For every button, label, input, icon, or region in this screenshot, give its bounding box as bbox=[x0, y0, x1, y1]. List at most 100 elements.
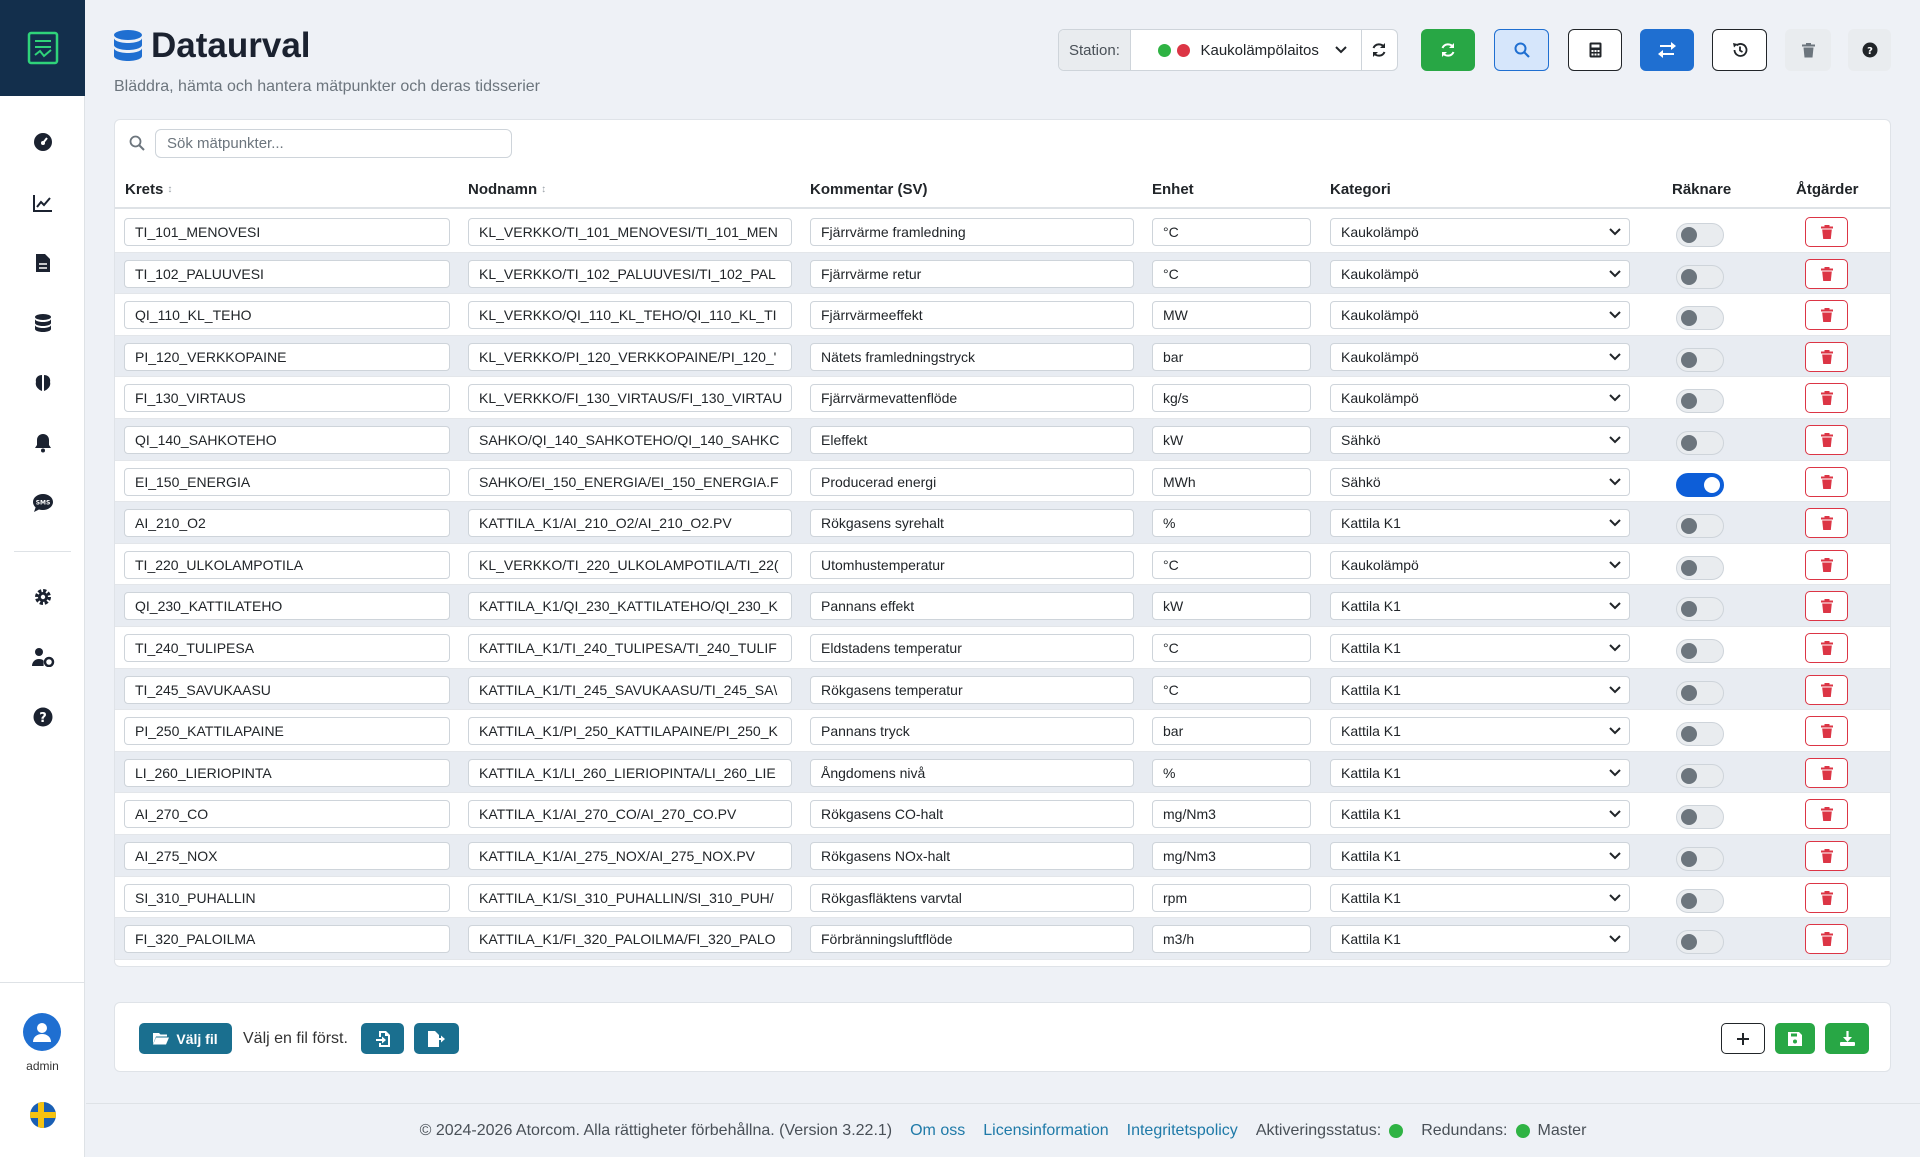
enhet-input[interactable]: % bbox=[1152, 509, 1311, 538]
kategori-select[interactable]: Kattila K1 bbox=[1330, 633, 1630, 662]
import-button[interactable] bbox=[361, 1023, 404, 1054]
nav-users[interactable] bbox=[0, 637, 85, 677]
nav-analysis[interactable] bbox=[0, 363, 85, 403]
nodnamn-input[interactable]: SAHKO/QI_140_SAHKOTEHO/QI_140_SAHKC bbox=[468, 425, 792, 454]
kategori-select[interactable]: Kattila K1 bbox=[1330, 883, 1630, 912]
raknare-toggle[interactable] bbox=[1676, 306, 1724, 331]
nodnamn-input[interactable]: SAHKO/EI_150_ENERGIA/EI_150_ENERGIA.F bbox=[468, 467, 792, 496]
raknare-toggle[interactable] bbox=[1676, 722, 1724, 747]
enhet-input[interactable]: bar bbox=[1152, 342, 1311, 371]
raknare-toggle[interactable] bbox=[1676, 555, 1724, 580]
kategori-select[interactable]: Kattila K1 bbox=[1330, 717, 1630, 746]
kategori-select[interactable]: Kattila K1 bbox=[1330, 800, 1630, 829]
about-link[interactable]: Om oss bbox=[910, 1122, 965, 1140]
krets-input[interactable]: QI_230_KATTILATEHO bbox=[124, 592, 450, 621]
krets-input[interactable]: FI_320_PALOILMA bbox=[124, 925, 450, 954]
nodnamn-input[interactable]: KATTILA_K1/PI_250_KATTILAPAINE/PI_250_K bbox=[468, 717, 792, 746]
kommentar-input[interactable]: Fjärrvärmeeffekt bbox=[810, 301, 1134, 330]
kommentar-input[interactable]: Pannans effekt bbox=[810, 592, 1134, 621]
delete-row-button[interactable] bbox=[1805, 217, 1848, 247]
add-button[interactable] bbox=[1721, 1023, 1765, 1054]
raknare-toggle[interactable] bbox=[1676, 264, 1724, 289]
raknare-toggle[interactable] bbox=[1676, 763, 1724, 788]
kategori-select[interactable]: Kattila K1 bbox=[1330, 509, 1630, 538]
delete-row-button[interactable] bbox=[1805, 924, 1848, 955]
nodnamn-input[interactable]: KATTILA_K1/LI_260_LIERIOPINTA/LI_260_LIE bbox=[468, 758, 792, 787]
enhet-input[interactable]: °C bbox=[1152, 675, 1311, 704]
license-link[interactable]: Licensinformation bbox=[983, 1122, 1108, 1140]
kommentar-input[interactable]: Fjärrvärme framledning bbox=[810, 218, 1134, 246]
delete-row-button[interactable] bbox=[1805, 300, 1848, 331]
nodnamn-input[interactable]: KATTILA_K1/QI_230_KATTILATEHO/QI_230_K bbox=[468, 592, 792, 621]
kommentar-input[interactable]: Rökgasens syrehalt bbox=[810, 509, 1134, 538]
kommentar-input[interactable]: Fjärrvärme retur bbox=[810, 259, 1134, 288]
transfer-button[interactable] bbox=[1640, 29, 1694, 71]
raknare-toggle[interactable] bbox=[1676, 472, 1724, 497]
nodnamn-input[interactable]: KATTILA_K1/TI_240_TULIPESA/TI_240_TULIF bbox=[468, 633, 792, 662]
krets-input[interactable]: AI_210_O2 bbox=[124, 509, 450, 538]
search-input[interactable] bbox=[155, 128, 512, 158]
help-button[interactable]: ? bbox=[1848, 29, 1891, 71]
kommentar-input[interactable]: Eleffekt bbox=[810, 425, 1134, 454]
kategori-select[interactable]: Kaukolämpö bbox=[1330, 342, 1630, 371]
kommentar-input[interactable]: Rökgasens CO-halt bbox=[810, 800, 1134, 829]
nodnamn-input[interactable]: KATTILA_K1/TI_245_SAVUKAASU/TI_245_SA\ bbox=[468, 675, 792, 704]
nodnamn-input[interactable]: KATTILA_K1/AI_270_CO/AI_270_CO.PV bbox=[468, 800, 792, 829]
krets-input[interactable]: AI_275_NOX bbox=[124, 841, 450, 870]
delete-row-button[interactable] bbox=[1805, 508, 1848, 539]
krets-input[interactable]: PI_120_VERKKOPAINE bbox=[124, 342, 450, 371]
enhet-input[interactable]: rpm bbox=[1152, 883, 1311, 912]
avatar[interactable] bbox=[23, 1013, 61, 1051]
nodnamn-input[interactable]: KL_VERKKO/TI_102_PALUUVESI/TI_102_PAL bbox=[468, 259, 792, 288]
nodnamn-input[interactable]: KATTILA_K1/AI_275_NOX/AI_275_NOX.PV bbox=[468, 841, 792, 870]
kategori-select[interactable]: Sähkö bbox=[1330, 425, 1630, 454]
krets-input[interactable]: LI_260_LIERIOPINTA bbox=[124, 758, 450, 787]
nodnamn-input[interactable]: KL_VERKKO/FI_130_VIRTAUS/FI_130_VIRTAU bbox=[468, 384, 792, 413]
raknare-toggle[interactable] bbox=[1676, 389, 1724, 414]
enhet-input[interactable]: kW bbox=[1152, 425, 1311, 454]
raknare-toggle[interactable] bbox=[1676, 347, 1724, 372]
raknare-toggle[interactable] bbox=[1676, 805, 1724, 830]
delete-row-button[interactable] bbox=[1805, 549, 1848, 580]
nodnamn-input[interactable]: KL_VERKKO/QI_110_KL_TEHO/QI_110_KL_TI bbox=[468, 301, 792, 330]
search-button[interactable] bbox=[1494, 29, 1549, 71]
save-button[interactable] bbox=[1775, 1023, 1815, 1054]
nodnamn-input[interactable]: KATTILA_K1/SI_310_PUHALLIN/SI_310_PUH/ bbox=[468, 883, 792, 912]
krets-input[interactable]: EI_150_ENERGIA bbox=[124, 467, 450, 496]
nodnamn-input[interactable]: KL_VERKKO/TI_101_MENOVESI/TI_101_MEN bbox=[468, 218, 792, 246]
raknare-toggle[interactable] bbox=[1676, 638, 1724, 663]
enhet-input[interactable]: m3/h bbox=[1152, 925, 1311, 954]
choose-file-button[interactable]: Välj fil bbox=[139, 1023, 232, 1054]
kommentar-input[interactable]: Rökgasfläktens varvtal bbox=[810, 883, 1134, 912]
enhet-input[interactable]: mg/Nm3 bbox=[1152, 800, 1311, 829]
kategori-select[interactable]: Kaukolämpö bbox=[1330, 259, 1630, 288]
raknare-toggle[interactable] bbox=[1676, 514, 1724, 539]
raknare-toggle[interactable] bbox=[1676, 680, 1724, 705]
krets-input[interactable]: TI_102_PALUUVESI bbox=[124, 259, 450, 288]
nav-data[interactable] bbox=[0, 303, 85, 343]
nav-alarms[interactable] bbox=[0, 423, 85, 463]
enhet-input[interactable]: bar bbox=[1152, 717, 1311, 746]
enhet-input[interactable]: °C bbox=[1152, 633, 1311, 662]
kommentar-input[interactable]: Fjärrvärmevattenflöde bbox=[810, 384, 1134, 413]
nodnamn-input[interactable]: KATTILA_K1/FI_320_PALOILMA/FI_320_PALO bbox=[468, 925, 792, 954]
raknare-toggle[interactable] bbox=[1676, 597, 1724, 622]
clear-button[interactable] bbox=[1785, 29, 1831, 71]
enhet-input[interactable]: kg/s bbox=[1152, 384, 1311, 413]
kommentar-input[interactable]: Förbränningsluftflöde bbox=[810, 925, 1134, 954]
nav-reports[interactable] bbox=[0, 243, 85, 283]
krets-input[interactable]: TI_240_TULIPESA bbox=[124, 633, 450, 662]
delete-row-button[interactable] bbox=[1805, 799, 1848, 830]
delete-row-button[interactable] bbox=[1805, 632, 1848, 663]
nav-help[interactable]: ? bbox=[0, 697, 85, 737]
delete-row-button[interactable] bbox=[1805, 840, 1848, 871]
enhet-input[interactable]: MWh bbox=[1152, 467, 1311, 496]
kommentar-input[interactable]: Nätets framledningstryck bbox=[810, 342, 1134, 371]
krets-input[interactable]: SI_310_PUHALLIN bbox=[124, 883, 450, 912]
raknare-toggle[interactable] bbox=[1676, 846, 1724, 871]
swedish-flag-icon[interactable] bbox=[30, 1102, 56, 1128]
nav-dashboard[interactable] bbox=[0, 122, 85, 162]
delete-row-button[interactable] bbox=[1805, 424, 1848, 455]
nodnamn-input[interactable]: KL_VERKKO/PI_120_VERKKOPAINE/PI_120_' bbox=[468, 342, 792, 371]
krets-input[interactable]: AI_270_CO bbox=[124, 800, 450, 829]
